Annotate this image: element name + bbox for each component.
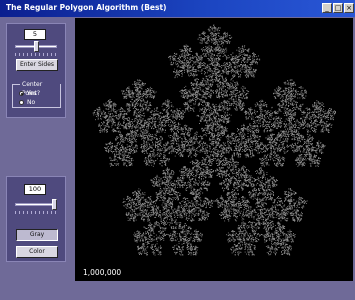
color-panel: 100 Gray Color bbox=[6, 176, 66, 262]
radio-selected-icon[interactable] bbox=[19, 91, 24, 96]
radio-unselected-icon[interactable] bbox=[19, 100, 24, 105]
fractal-points bbox=[92, 24, 336, 256]
window-title: The Regular Polygon Algorithm (Best) bbox=[6, 3, 167, 12]
center-yes-label: Yes bbox=[27, 90, 37, 97]
center-no-label: No bbox=[27, 99, 36, 106]
fractal-plot bbox=[92, 24, 336, 256]
fractal-canvas[interactable]: 1,000,000 bbox=[75, 18, 353, 281]
sides-input[interactable]: 5 bbox=[24, 29, 46, 40]
brightness-slider-ticks bbox=[15, 211, 57, 214]
brightness-input[interactable]: 100 bbox=[24, 184, 46, 195]
sides-panel: 5 Enter Sides Center Point? Yes No bbox=[6, 23, 66, 118]
app-window: The Regular Polygon Algorithm (Best) _ □… bbox=[0, 0, 355, 300]
color-button[interactable]: Color bbox=[16, 246, 58, 258]
center-yes-option[interactable]: Yes bbox=[19, 90, 37, 97]
brightness-slider-track[interactable] bbox=[15, 203, 57, 206]
title-bar[interactable]: The Regular Polygon Algorithm (Best) _ □… bbox=[0, 0, 355, 17]
sides-slider-ticks bbox=[15, 53, 57, 56]
center-point-group: Center Point? Yes No bbox=[12, 80, 61, 108]
enter-sides-button[interactable]: Enter Sides bbox=[16, 59, 58, 71]
point-count: 1,000,000 bbox=[83, 268, 122, 277]
center-no-option[interactable]: No bbox=[19, 99, 35, 106]
sides-slider-thumb[interactable] bbox=[33, 41, 39, 52]
minimize-icon[interactable]: _ bbox=[322, 3, 332, 13]
gray-button[interactable]: Gray bbox=[16, 229, 58, 241]
brightness-slider-thumb[interactable] bbox=[52, 199, 57, 210]
close-icon[interactable]: × bbox=[344, 3, 354, 13]
maximize-icon[interactable]: □ bbox=[333, 3, 343, 13]
